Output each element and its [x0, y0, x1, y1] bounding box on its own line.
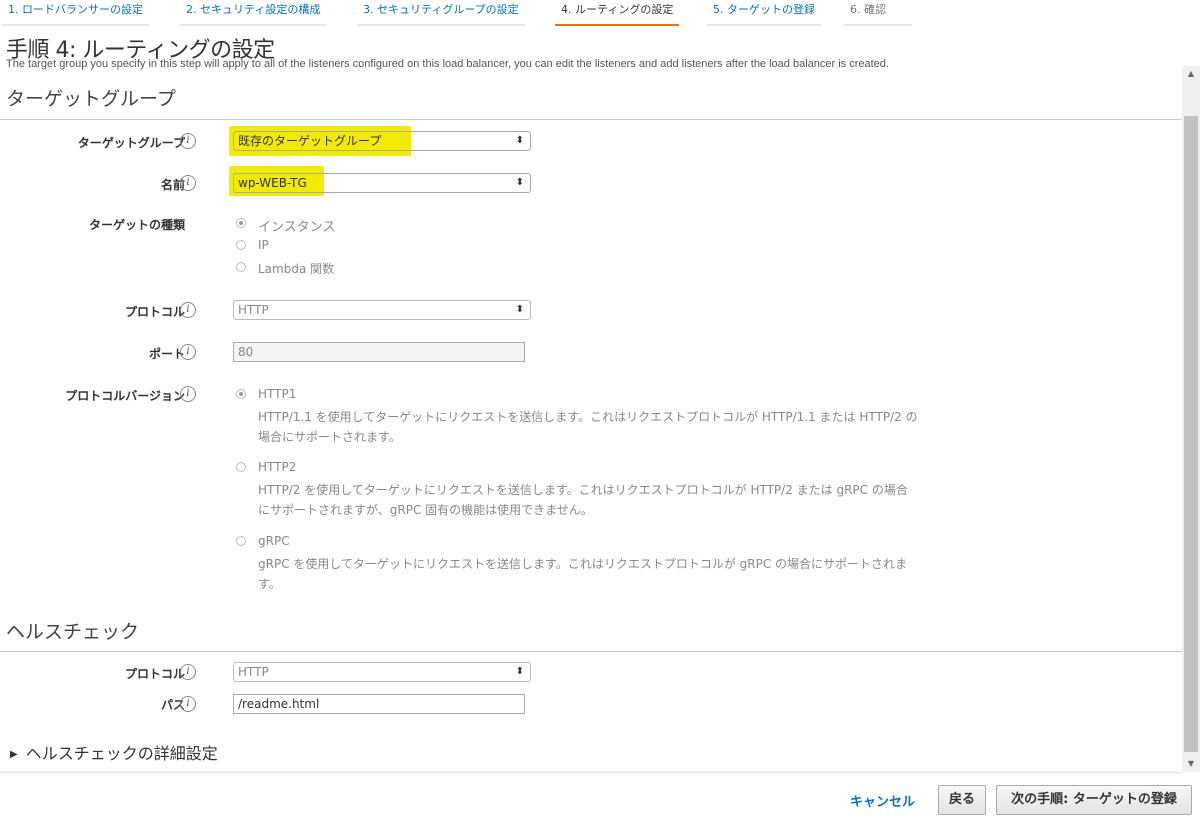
radio-button [236, 262, 246, 272]
wizard-steps: 1. ロードバランサーの設定 2. セキュリティ設定の構成 3. セキュリティグ… [0, 0, 1200, 28]
content-bottom-divider [0, 772, 1182, 773]
port-label: ポート [148, 347, 185, 361]
health-protocol-select: HTTP ⬍ [233, 662, 531, 682]
radio-label: Lambda 関数 [258, 262, 335, 276]
cancel-button[interactable]: キャンセル [850, 791, 915, 810]
name-select-value: wp-WEB-TG [238, 176, 307, 190]
health-path-input[interactable]: /readme.html [233, 694, 525, 714]
advanced-settings-label: ヘルスチェックの詳細設定 [25, 744, 218, 763]
radio-description: gRPC を使用してターゲットにリクエストを送信します。これはリクエストプロトコ… [258, 557, 908, 591]
step-3-security-groups[interactable]: 3. セキュリティグループの設定 [357, 0, 525, 26]
info-icon[interactable]: i [180, 302, 196, 318]
next-register-targets-button[interactable]: 次の手順: ターゲットの登録 [996, 785, 1192, 815]
health-protocol-select-value: HTTP [238, 665, 269, 679]
radio-button [236, 218, 246, 228]
info-icon[interactable]: i [180, 664, 196, 680]
step-6-review[interactable]: 6. 確認 [844, 0, 912, 26]
select-arrow-icon: ⬍ [515, 135, 524, 146]
radio-button [236, 240, 246, 250]
section-divider [0, 651, 1182, 652]
back-button[interactable]: 戻る [938, 785, 986, 815]
protocol-version-label: プロトコルバージョン [65, 389, 185, 403]
target-type-label: ターゲットの種類 [88, 218, 185, 232]
port-input: 80 [233, 342, 525, 362]
scroll-up-icon[interactable]: ▲ [1182, 66, 1200, 82]
radio-button [236, 389, 246, 399]
step-4-routing: 4. ルーティングの設定 [555, 0, 680, 26]
target-group-section-title: ターゲットグループ [6, 88, 176, 110]
health-check-advanced-toggle[interactable]: ▶ ヘルスチェックの詳細設定 [10, 740, 218, 764]
name-label: 名前 [160, 178, 185, 192]
protocol-label: プロトコル [124, 305, 185, 319]
target-group-select-value: 既存のターゲットグループ [238, 134, 382, 148]
radio-button [236, 462, 246, 472]
protocol-select-value: HTTP [238, 303, 269, 317]
target-group-select[interactable]: 既存のターゲットグループ ⬍ [233, 131, 531, 151]
radio-label: IP [258, 238, 269, 252]
step-1-load-balancer[interactable]: 1. ロードバランサーの設定 [2, 0, 149, 26]
info-icon[interactable]: i [180, 386, 196, 402]
section-divider [0, 119, 1182, 120]
step-2-security-settings[interactable]: 2. セキュリティ設定の構成 [180, 0, 327, 26]
radio-label: HTTP2 [258, 460, 297, 474]
radio-label: HTTP1 [258, 387, 297, 401]
step-5-register-targets[interactable]: 5. ターゲットの登録 [707, 0, 821, 26]
info-icon[interactable]: i [180, 175, 196, 191]
radio-description: HTTP/2 を使用してターゲットにリクエストを送信します。これはリクエストプロ… [258, 483, 908, 517]
info-icon[interactable]: i [180, 696, 196, 712]
health-path-label: パス [160, 698, 185, 712]
select-arrow-icon: ⬍ [515, 177, 524, 188]
radio-button [236, 536, 246, 546]
select-arrow-icon: ⬍ [515, 666, 524, 677]
target-group-label: ターゲットグループ [77, 136, 185, 150]
health-protocol-label: プロトコル [124, 667, 185, 681]
vertical-scrollbar[interactable]: ▲ ▼ [1182, 66, 1200, 772]
info-icon[interactable]: i [180, 344, 196, 360]
radio-description: HTTP/1.1 を使用してターゲットにリクエストを送信します。これはリクエスト… [258, 410, 918, 444]
health-check-section-title: ヘルスチェック [6, 621, 140, 643]
page-title: 手順 4: ルーティングの設定 [6, 38, 275, 63]
scroll-down-icon[interactable]: ▼ [1182, 756, 1200, 772]
radio-label: gRPC [258, 534, 290, 548]
scroll-thumb[interactable] [1184, 116, 1198, 752]
radio-label: インスタンス [258, 220, 336, 235]
info-icon[interactable]: i [180, 133, 196, 149]
expand-icon: ▶ [10, 749, 18, 760]
name-select[interactable]: wp-WEB-TG ⬍ [233, 173, 531, 193]
protocol-select: HTTP ⬍ [233, 300, 531, 320]
select-arrow-icon: ⬍ [515, 304, 524, 315]
